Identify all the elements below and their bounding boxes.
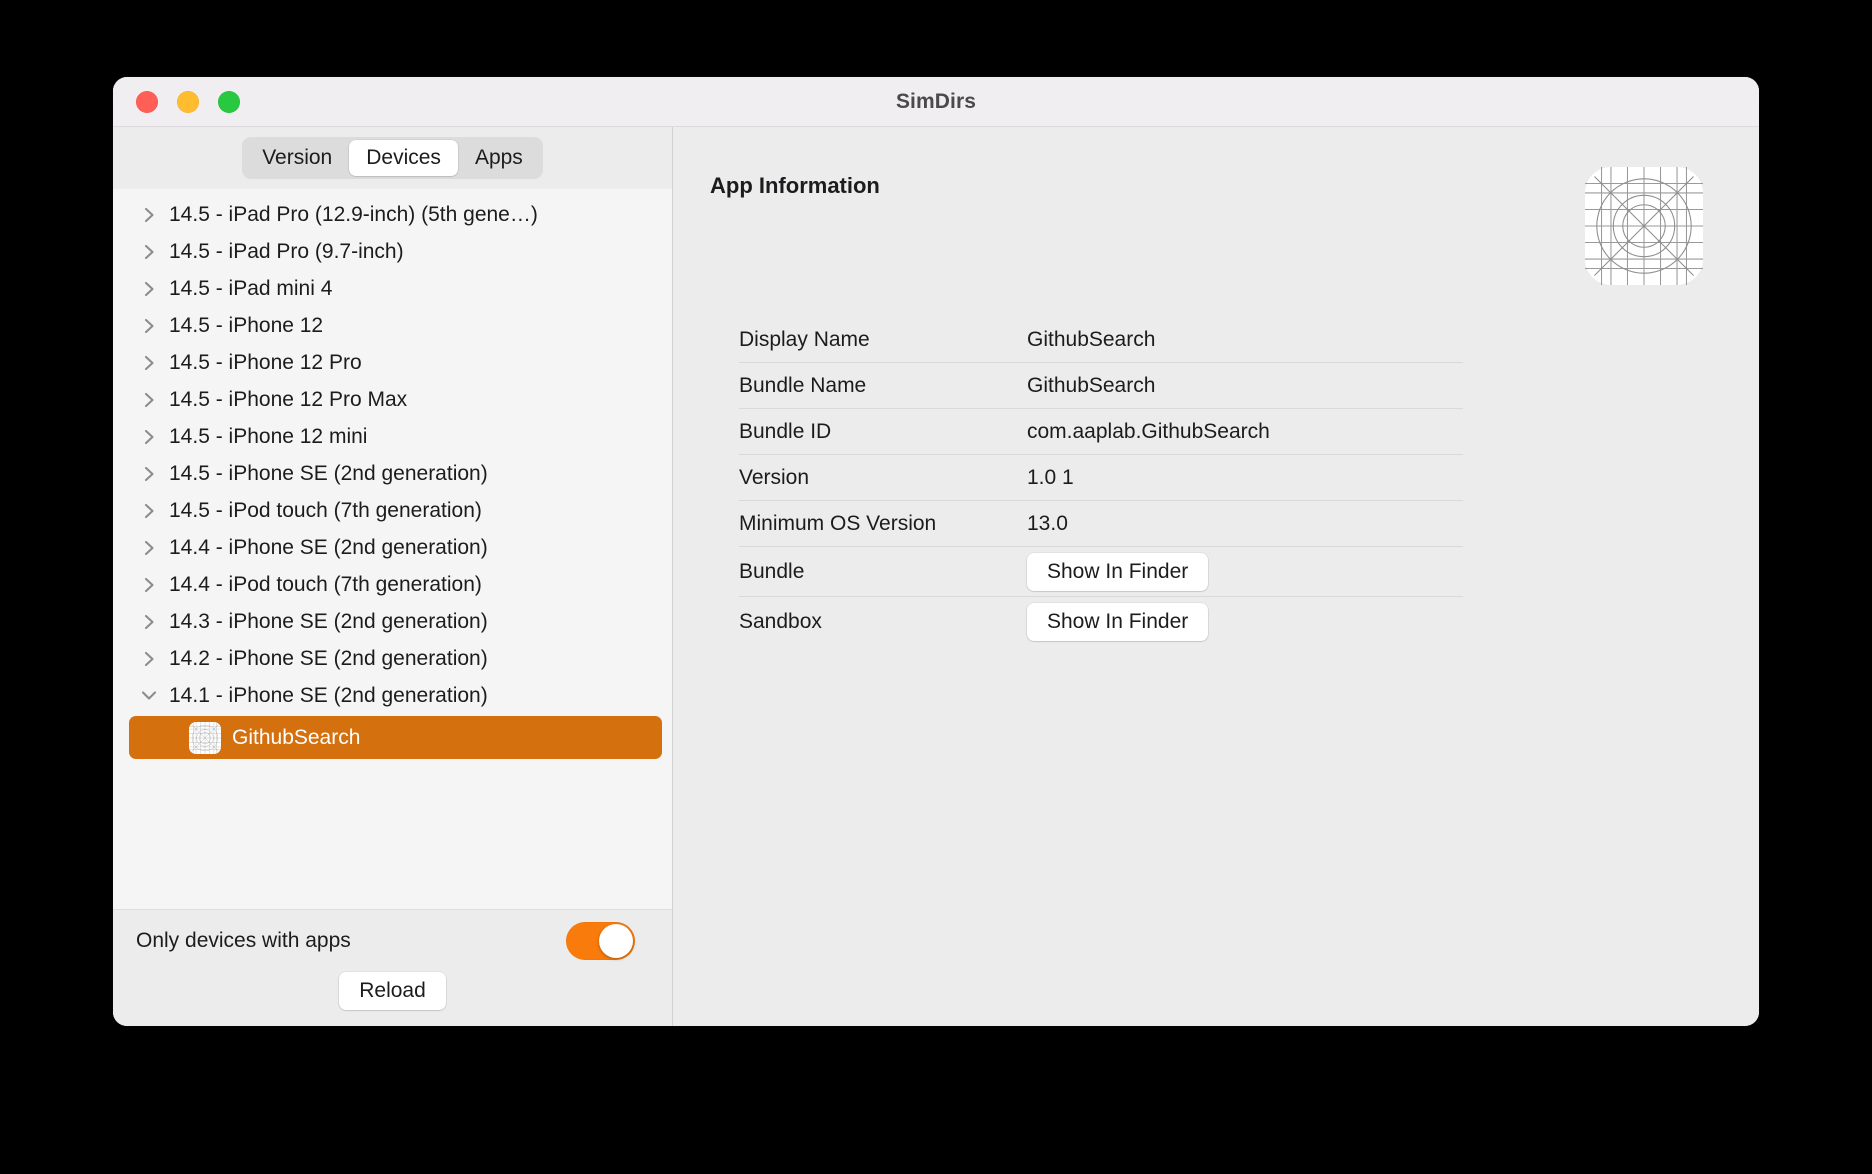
chevron-right-icon[interactable] [138, 539, 160, 557]
maximize-window-button[interactable] [218, 90, 240, 113]
info-value: 1.0 1 [1027, 465, 1074, 489]
chevron-right-icon[interactable] [138, 280, 160, 298]
chevron-right-icon[interactable] [138, 502, 160, 520]
chevron-right-icon[interactable] [138, 576, 160, 594]
reload-button[interactable]: Reload [339, 972, 446, 1010]
device-label: 14.4 - iPod touch (7th generation) [169, 572, 482, 596]
only-devices-with-apps-row: Only devices with apps [113, 910, 672, 972]
info-value: GithubSearch [1027, 373, 1156, 397]
app-row-selected[interactable]: GithubSearch [129, 716, 662, 759]
device-label: 14.2 - iPhone SE (2nd generation) [169, 646, 488, 670]
device-label: 14.5 - iPad Pro (9.7-inch) [169, 239, 404, 263]
device-label: 14.5 - iPhone SE (2nd generation) [169, 461, 488, 485]
info-key: Bundle [739, 559, 805, 583]
minimize-window-button[interactable] [177, 90, 199, 113]
chevron-right-icon[interactable] [138, 391, 160, 409]
device-row[interactable]: 14.5 - iPhone 12 Pro Max [113, 381, 672, 418]
info-key: Sandbox [739, 610, 822, 633]
app-placeholder-icon [189, 722, 221, 754]
device-label: 14.5 - iPhone 12 mini [169, 424, 368, 448]
info-value: GithubSearch [1027, 327, 1156, 351]
device-label: 14.5 - iPhone 12 Pro [169, 350, 362, 374]
tab-apps[interactable]: Apps [458, 140, 540, 176]
device-row[interactable]: 14.4 - iPod touch (7th generation) [113, 566, 672, 603]
device-row[interactable]: 14.1 - iPhone SE (2nd generation) [113, 677, 672, 714]
info-value: 13.0 [1027, 511, 1068, 535]
device-label: 14.5 - iPhone 12 Pro Max [169, 387, 408, 411]
device-row[interactable]: 14.5 - iPad Pro (9.7-inch) [113, 233, 672, 270]
info-key: Bundle Name [739, 373, 867, 397]
traffic-lights [113, 90, 240, 113]
app-window: SimDirs Version Devices Apps 14.5 - iPad… [113, 77, 1759, 1026]
show-in-finder-button[interactable]: Show In Finder [1027, 603, 1209, 641]
device-label: 14.5 - iPad Pro (12.9-inch) (5th gene…) [169, 202, 538, 226]
toggle-knob [599, 924, 633, 958]
view-mode-segmented-control[interactable]: Version Devices Apps [242, 137, 543, 179]
chevron-right-icon[interactable] [138, 354, 160, 372]
chevron-right-icon[interactable] [138, 206, 160, 224]
info-row: Sandbox Show In Finder [739, 597, 1463, 647]
info-row: Version 1.0 1 [739, 455, 1463, 501]
reload-button-row: Reload [113, 972, 672, 1010]
info-value: com.aaplab.GithubSearch [1027, 419, 1270, 443]
device-label: 14.5 - iPod touch (7th generation) [169, 498, 482, 522]
device-row[interactable]: 14.5 - iPod touch (7th generation) [113, 492, 672, 529]
device-label: 14.4 - iPhone SE (2nd generation) [169, 535, 488, 559]
info-row: Display Name GithubSearch [739, 317, 1463, 363]
device-label: 14.5 - iPhone 12 [169, 313, 324, 337]
info-key: Version [739, 465, 810, 489]
window-title: SimDirs [895, 89, 977, 113]
window-titlebar: SimDirs [113, 77, 1759, 127]
sidebar-footer: Only devices with apps Reload [113, 909, 672, 1026]
device-row[interactable]: 14.5 - iPhone SE (2nd generation) [113, 455, 672, 492]
info-key: Minimum OS Version [739, 511, 937, 535]
info-row: Bundle Name GithubSearch [739, 363, 1463, 409]
chevron-right-icon[interactable] [138, 465, 160, 483]
only-devices-with-apps-toggle[interactable] [566, 922, 635, 960]
device-label: 14.1 - iPhone SE (2nd generation) [169, 683, 488, 707]
app-row-label: GithubSearch [232, 725, 361, 749]
show-in-finder-button[interactable]: Show In Finder [1027, 552, 1209, 591]
device-row[interactable]: 14.2 - iPhone SE (2nd generation) [113, 640, 672, 677]
sidebar-toolbar: Version Devices Apps [113, 127, 672, 189]
device-row[interactable]: 14.5 - iPad Pro (12.9-inch) (5th gene…) [113, 196, 672, 233]
info-row: Bundle ID com.aaplab.GithubSearch [739, 409, 1463, 455]
app-placeholder-icon [1585, 167, 1703, 285]
detail-header: App Information [673, 167, 1759, 285]
device-row[interactable]: 14.5 - iPhone 12 [113, 307, 672, 344]
chevron-right-icon[interactable] [138, 613, 160, 631]
info-row: Bundle Show In Finder [739, 547, 1463, 597]
app-information-table: Display Name GithubSearch Bundle Name Githu… [739, 317, 1463, 647]
info-key: Bundle ID [739, 419, 832, 443]
window-body: Version Devices Apps 14.5 - iPad Pro (12… [113, 127, 1759, 1026]
tab-version[interactable]: Version [245, 140, 349, 176]
device-row[interactable]: 14.5 - iPhone 12 Pro [113, 344, 672, 381]
device-label: 14.3 - iPhone SE (2nd generation) [169, 609, 488, 633]
info-key: Display Name [739, 327, 870, 351]
device-row[interactable]: 14.5 - iPad mini 4 [113, 270, 672, 307]
chevron-down-icon[interactable] [138, 689, 160, 702]
chevron-right-icon[interactable] [138, 650, 160, 668]
device-row[interactable]: 14.3 - iPhone SE (2nd generation) [113, 603, 672, 640]
device-row[interactable]: 14.5 - iPhone 12 mini [113, 418, 672, 455]
device-row[interactable]: 14.4 - iPhone SE (2nd generation) [113, 529, 672, 566]
device-list[interactable]: 14.5 - iPad Pro (12.9-inch) (5th gene…) 1… [113, 189, 672, 909]
sidebar: Version Devices Apps 14.5 - iPad Pro (12… [113, 127, 673, 1026]
only-devices-with-apps-label: Only devices with apps [136, 929, 351, 952]
app-information-title: App Information [710, 173, 880, 198]
info-row: Minimum OS Version 13.0 [739, 501, 1463, 547]
tab-devices[interactable]: Devices [349, 140, 458, 176]
close-window-button[interactable] [136, 90, 158, 113]
detail-pane: App Information Display Name GithubSearch… [673, 127, 1759, 1026]
device-label: 14.5 - iPad mini 4 [169, 276, 333, 300]
chevron-right-icon[interactable] [138, 317, 160, 335]
chevron-right-icon[interactable] [138, 243, 160, 261]
chevron-right-icon[interactable] [138, 428, 160, 446]
